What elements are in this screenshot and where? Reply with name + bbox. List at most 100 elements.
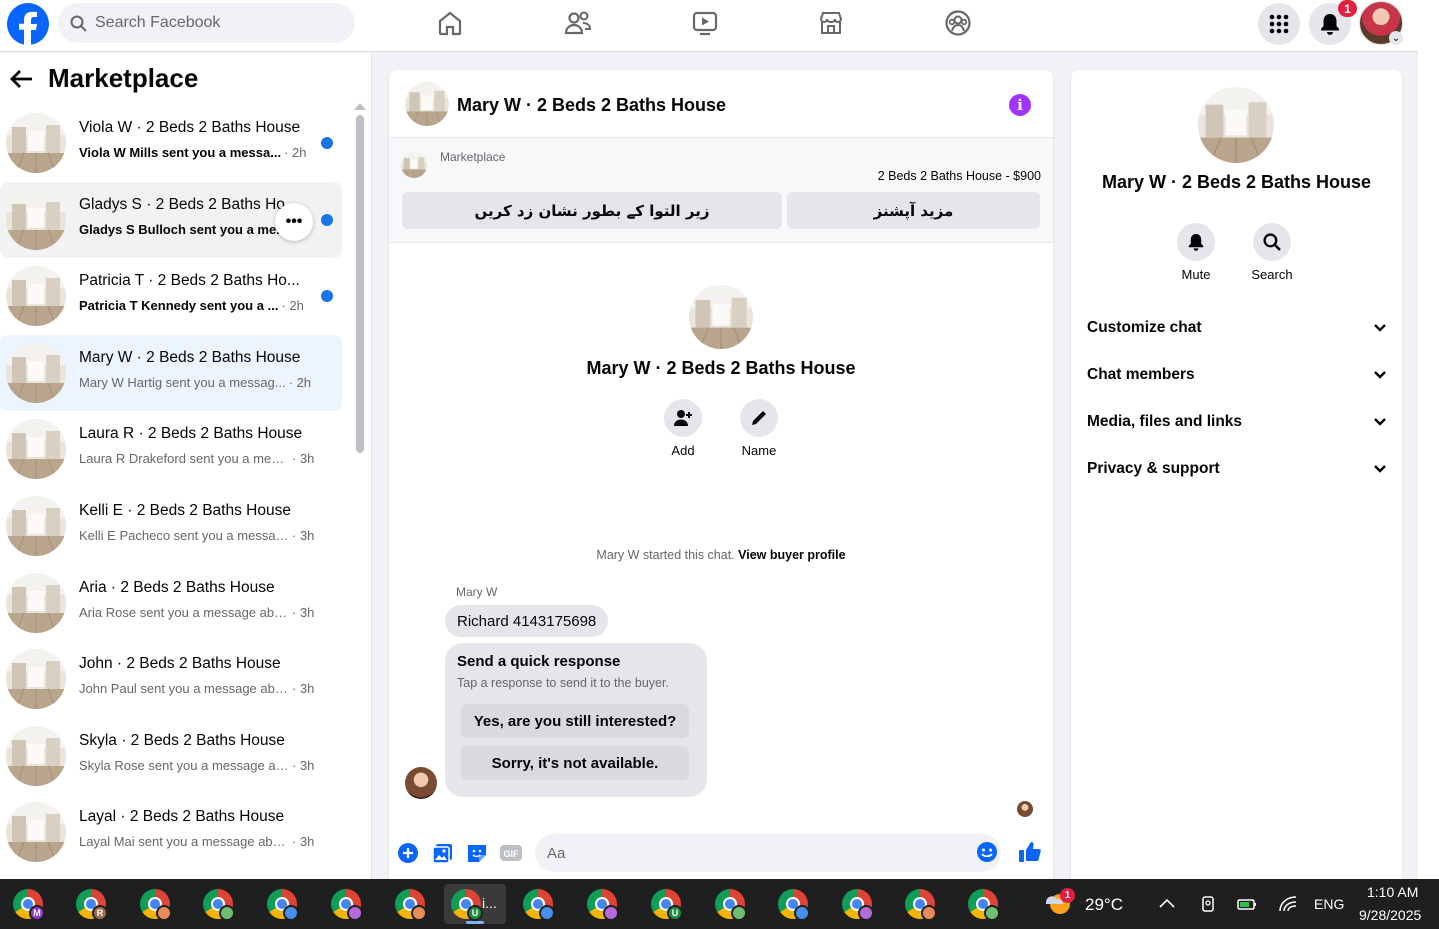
mute-button[interactable]: Mute bbox=[1166, 223, 1226, 282]
conversation-row[interactable]: Laura R · 2 Beds 2 Baths House Laura R Dr… bbox=[0, 411, 342, 487]
conversation-time: · 3h bbox=[292, 528, 315, 543]
conversation-thumbnail bbox=[6, 725, 66, 786]
facebook-logo-icon[interactable] bbox=[6, 2, 50, 46]
chat-title[interactable]: Mary W · 2 Beds 2 Baths House bbox=[457, 95, 726, 116]
conversation-title: Viola W · 2 Beds 2 Baths House bbox=[79, 119, 301, 136]
details-section-row[interactable]: Chat members bbox=[1087, 353, 1387, 397]
home-icon[interactable] bbox=[436, 9, 466, 39]
conversation-row[interactable]: Viola W · 2 Beds 2 Baths House Viola W Mi… bbox=[0, 105, 342, 181]
edit-name-button[interactable]: Name bbox=[729, 399, 789, 458]
chat-started-notice: Mary W started this chat. View buyer pro… bbox=[389, 548, 1053, 562]
add-people-button[interactable]: Add bbox=[653, 399, 713, 458]
sticker-icon[interactable] bbox=[466, 842, 490, 866]
chrome-taskbar-button[interactable] bbox=[262, 884, 302, 924]
marketplace-label: Marketplace bbox=[440, 150, 506, 164]
photo-icon[interactable] bbox=[432, 842, 456, 866]
view-buyer-profile-link[interactable]: View buyer profile bbox=[738, 548, 845, 562]
conversation-row[interactable]: Patricia T · 2 Beds 2 Baths Ho... Patrici… bbox=[0, 258, 342, 334]
chrome-taskbar-button[interactable] bbox=[390, 884, 430, 924]
friends-icon[interactable] bbox=[563, 9, 593, 39]
house-photo-icon bbox=[405, 82, 449, 126]
details-avatar[interactable] bbox=[1198, 87, 1274, 163]
thumbs-up-icon[interactable] bbox=[1018, 840, 1042, 864]
chat-avatar[interactable] bbox=[405, 82, 449, 126]
gif-icon[interactable]: GIF bbox=[499, 842, 523, 866]
conversation-row[interactable]: Layal · 2 Beds 2 Baths House Layal Mai se… bbox=[0, 794, 342, 870]
chrome-taskbar-button[interactable]: Ui... bbox=[444, 884, 506, 924]
conversation-thumbnail bbox=[6, 419, 66, 480]
clock-time[interactable]: 1:10 AM bbox=[1367, 884, 1418, 900]
chrome-taskbar-button[interactable] bbox=[710, 884, 750, 924]
more-options-button[interactable]: مزید آپشنز bbox=[787, 192, 1040, 229]
conversation-thumbnail bbox=[6, 113, 66, 173]
search-in-conversation-button[interactable]: Search bbox=[1242, 223, 1302, 282]
chrome-taskbar-button[interactable] bbox=[837, 884, 877, 924]
chat-header: Mary W · 2 Beds 2 Baths House i bbox=[389, 70, 1053, 138]
plus-circle-icon[interactable] bbox=[397, 842, 421, 866]
conversation-row[interactable]: Gladys S · 2 Beds 2 Baths House Gladys S … bbox=[0, 181, 342, 258]
conversation-row[interactable]: Kelli E · 2 Beds 2 Baths House Kelli E Pa… bbox=[0, 488, 342, 564]
conversation-time: · 3h bbox=[292, 451, 315, 467]
weather-icon[interactable]: 1 bbox=[1043, 888, 1075, 918]
conversation-row[interactable]: Aria · 2 Beds 2 Baths House Aria Rose sen… bbox=[0, 565, 342, 641]
wifi-icon[interactable] bbox=[1278, 894, 1300, 914]
conversation-time: · 2h bbox=[288, 374, 312, 390]
emoji-icon[interactable] bbox=[976, 841, 1000, 865]
mark-as-pending-button[interactable]: زیر التوا کے بطور نشان زد کریں bbox=[402, 192, 782, 229]
back-arrow-icon[interactable] bbox=[10, 69, 34, 89]
quick-response-option[interactable]: Sorry, it's not available. bbox=[461, 746, 689, 780]
battery-icon[interactable] bbox=[1236, 894, 1258, 914]
chevron-down-icon[interactable]: ⌄ bbox=[1389, 31, 1403, 45]
message-input[interactable]: Aa bbox=[535, 834, 1001, 872]
sender-avatar[interactable] bbox=[405, 767, 437, 799]
quick-response-option[interactable]: Yes, are you still interested? bbox=[461, 704, 689, 738]
weather-temperature[interactable]: 29°C bbox=[1085, 895, 1123, 915]
listing-thumbnail[interactable] bbox=[401, 152, 427, 178]
details-section-row[interactable]: Privacy & support bbox=[1087, 447, 1387, 491]
clock-date[interactable]: 9/28/2025 bbox=[1359, 907, 1421, 923]
chrome-taskbar-button[interactable] bbox=[135, 884, 175, 924]
input-language[interactable]: ENG bbox=[1314, 896, 1344, 912]
chevron-up-icon[interactable] bbox=[1157, 894, 1179, 914]
chrome-taskbar-button[interactable] bbox=[773, 884, 813, 924]
details-section-label: Privacy & support bbox=[1087, 460, 1220, 477]
chrome-taskbar-button[interactable] bbox=[518, 884, 558, 924]
search-bar[interactable]: Search Facebook bbox=[58, 3, 355, 43]
video-icon[interactable] bbox=[691, 9, 721, 39]
chevron-down-icon bbox=[1373, 417, 1387, 427]
conversation-row[interactable]: Skyla · 2 Beds 2 Baths House Skyla Rose s… bbox=[0, 718, 342, 794]
camera-icon[interactable] bbox=[1198, 894, 1220, 914]
conversation-time: · 3h bbox=[292, 604, 315, 620]
chat-window: Mary W · 2 Beds 2 Baths House i Marketpl… bbox=[389, 70, 1053, 879]
groups-icon[interactable] bbox=[944, 9, 974, 39]
profile-badge bbox=[219, 905, 235, 921]
conversation-row[interactable]: John · 2 Beds 2 Baths House John Paul sen… bbox=[0, 641, 342, 717]
info-icon[interactable]: i bbox=[1009, 94, 1031, 116]
top-navigation-bar: Search Facebook 1 ⌄ bbox=[0, 0, 1418, 52]
chrome-taskbar-button[interactable] bbox=[582, 884, 622, 924]
chrome-taskbar-button[interactable] bbox=[326, 884, 366, 924]
marketplace-inbox-sidebar: Marketplace Viola W · 2 Beds 2 Baths Hou… bbox=[0, 53, 372, 879]
scroll-up-arrow-icon[interactable] bbox=[354, 103, 366, 110]
chrome-taskbar-button[interactable]: R bbox=[71, 884, 111, 924]
conversation-avatar[interactable] bbox=[689, 285, 753, 349]
chrome-taskbar-button[interactable] bbox=[963, 884, 1003, 924]
chrome-taskbar-button[interactable]: U bbox=[646, 884, 686, 924]
details-section-row[interactable]: Customize chat bbox=[1087, 306, 1387, 350]
menu-grid-icon[interactable] bbox=[1258, 3, 1300, 45]
conversation-preview-line: Viola W Mills sent you a messa... · 2h bbox=[79, 145, 306, 160]
message-bubble[interactable]: Richard 4143175698 bbox=[445, 605, 609, 637]
chrome-taskbar-button[interactable]: M bbox=[8, 884, 48, 924]
chrome-taskbar-button[interactable] bbox=[900, 884, 940, 924]
weather-badge: 1 bbox=[1060, 888, 1075, 903]
more-options-icon[interactable]: ••• bbox=[275, 202, 313, 241]
pencil-icon bbox=[740, 399, 778, 437]
sidebar-scrollbar[interactable] bbox=[356, 115, 364, 453]
conversation-row[interactable]: Mary W · 2 Beds 2 Baths House Mary W Hart… bbox=[0, 334, 342, 411]
conversation-title: Kelli E · 2 Beds 2 Baths House bbox=[79, 502, 291, 519]
chrome-taskbar-button[interactable] bbox=[198, 884, 238, 924]
search-input[interactable]: Search Facebook bbox=[95, 14, 220, 32]
profile-badge bbox=[858, 905, 874, 921]
details-section-row[interactable]: Media, files and links bbox=[1087, 400, 1387, 444]
marketplace-icon[interactable] bbox=[817, 9, 847, 39]
